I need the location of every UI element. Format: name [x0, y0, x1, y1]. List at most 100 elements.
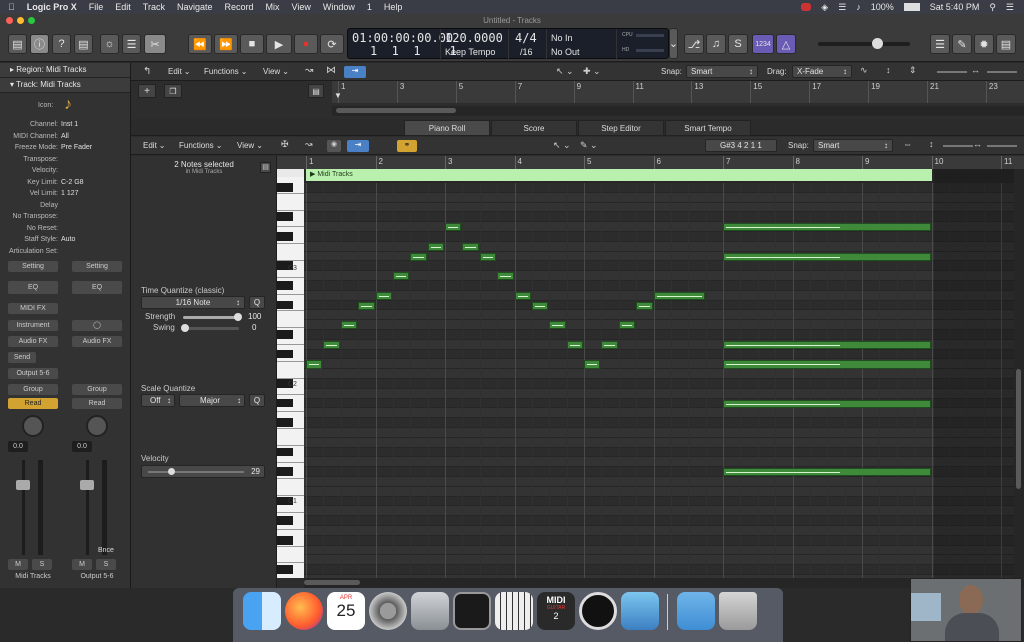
inspector-row[interactable]: Key Limit: C-2 G8: [0, 177, 130, 189]
pencil-tool-icon[interactable]: ✎ ⌄: [580, 140, 598, 151]
creative-cloud-icon[interactable]: [801, 3, 812, 11]
setting-button-left[interactable]: Setting: [8, 261, 58, 272]
automation-read-left[interactable]: Read: [8, 398, 58, 409]
strength-slider[interactable]: [183, 313, 242, 321]
midi-fx-button[interactable]: MIDI FX: [8, 303, 58, 314]
region-header[interactable]: ▸ Region: Midi Tracks: [0, 63, 130, 78]
midi-note[interactable]: [375, 291, 392, 301]
stop-button[interactable]: ■: [240, 34, 264, 54]
pr-vertical-zoom-slider[interactable]: [943, 145, 973, 147]
region-header-bar[interactable]: ▶ Midi Tracks: [306, 169, 932, 181]
pr-fit-icon[interactable]: ⇔: [903, 139, 912, 149]
black-key[interactable]: [277, 535, 293, 545]
editors-button[interactable]: ✂: [144, 34, 166, 54]
piano-roll-ruler[interactable]: 1 2 3 4 5 6 7 8 9 10 11: [304, 156, 1024, 169]
master-volume-knob[interactable]: [872, 38, 883, 49]
record-button[interactable]: ●: [294, 34, 318, 54]
guitar-track-icon[interactable]: ♪: [64, 96, 72, 114]
duplicate-track-button[interactable]: ❐: [164, 84, 182, 98]
midi-note[interactable]: [584, 360, 601, 369]
midi-note[interactable]: [723, 399, 931, 408]
system-prefs-icon[interactable]: [369, 592, 407, 630]
midi-note[interactable]: [479, 252, 497, 261]
black-key[interactable]: [277, 467, 293, 476]
link-chain-button[interactable]: ⚭: [397, 140, 417, 152]
pr-view-menu[interactable]: View ⌄: [237, 141, 263, 150]
pr-catch-button[interactable]: ⇥: [347, 140, 369, 152]
midi-in-icon[interactable]: ✠: [281, 139, 289, 150]
pr-functions-menu[interactable]: Functions ⌄: [179, 141, 222, 150]
mixer-button[interactable]: ☰: [122, 34, 141, 54]
scale-quantize-q-button[interactable]: Q: [249, 394, 265, 407]
black-key[interactable]: [277, 398, 293, 408]
pr-horizontal-zoom-icon[interactable]: ↔: [973, 139, 982, 149]
folder-icon[interactable]: [677, 592, 715, 630]
battery-label[interactable]: 100%: [871, 2, 894, 12]
rewind-button[interactable]: ⏪: [188, 34, 212, 54]
tracks-view-menu[interactable]: View ⌄: [263, 67, 289, 76]
fader-handle-left[interactable]: [16, 480, 30, 490]
inspector-row[interactable]: Delay: [0, 200, 130, 212]
black-key[interactable]: [277, 516, 293, 525]
obs-icon[interactable]: [579, 592, 617, 630]
swing-knob[interactable]: [181, 324, 189, 332]
white-key[interactable]: [277, 361, 304, 379]
velocity-slider[interactable]: [148, 471, 244, 473]
app-menu[interactable]: Logic Pro X: [27, 2, 77, 12]
count-in-button[interactable]: 1234: [752, 34, 774, 54]
black-key[interactable]: [277, 281, 293, 290]
midi-draw-icon[interactable]: ◉: [327, 140, 341, 152]
pan-knob-right[interactable]: [86, 415, 108, 437]
horizontal-zoom-slider[interactable]: [987, 71, 1017, 73]
midi-note[interactable]: [340, 321, 358, 330]
black-key[interactable]: [277, 418, 293, 427]
menu-record[interactable]: Record: [225, 2, 254, 12]
inspector-row[interactable]: Freeze Mode: Pre Fader: [0, 142, 130, 154]
toolbar-button[interactable]: ▤: [74, 34, 93, 54]
bounce-label[interactable]: Bnce: [98, 547, 114, 554]
menu-help[interactable]: Help: [384, 2, 403, 12]
minimize-window-icon[interactable]: [17, 17, 24, 24]
inspector-row[interactable]: Staff Style: Auto: [0, 234, 130, 246]
disk-utility-icon[interactable]: [411, 592, 449, 630]
velocity-knob[interactable]: [168, 468, 175, 475]
flex-icon[interactable]: ⋈: [326, 65, 336, 76]
pr-vertical-thumb[interactable]: [1016, 369, 1021, 489]
pr-snap-select[interactable]: Smart ↕: [813, 139, 893, 152]
solo-button-right[interactable]: S: [96, 559, 116, 570]
white-key[interactable]: [277, 311, 304, 329]
menu-mix[interactable]: Mix: [266, 2, 280, 12]
pr-pointer-tool-icon[interactable]: ↖ ⌄: [553, 140, 571, 151]
menu-1[interactable]: 1: [367, 2, 372, 12]
group-button-left[interactable]: Group: [8, 384, 58, 395]
menu-clock[interactable]: Sat 5:40 PM: [930, 2, 980, 12]
piano-icon[interactable]: [495, 592, 533, 630]
black-key[interactable]: [277, 232, 293, 241]
inspector-row[interactable]: Vel Limit: 1 127: [0, 188, 130, 200]
global-tracks-button[interactable]: ▤: [308, 84, 324, 98]
swing-slider[interactable]: [181, 324, 239, 332]
volume-fader-right[interactable]: Bnce: [72, 460, 122, 555]
white-key[interactable]: [277, 429, 304, 446]
white-key[interactable]: [277, 244, 304, 261]
volume-fader-left[interactable]: [8, 460, 58, 555]
tracks-snap-select[interactable]: Smart ↕: [686, 65, 758, 78]
eq-button-right[interactable]: EQ: [72, 281, 122, 294]
tracks-ruler[interactable]: 1 3 5 7 9 11 13 15 17 19 21 23 ▼: [332, 81, 1024, 103]
white-key[interactable]: [277, 193, 304, 211]
pr-scroll-thumb[interactable]: [304, 580, 360, 585]
black-key[interactable]: [277, 183, 293, 192]
inspector-row[interactable]: No Reset:: [0, 223, 130, 235]
midi-note[interactable]: [723, 223, 931, 232]
crosshair-tool-icon[interactable]: ✚ ⌄: [583, 66, 601, 77]
horizontal-zoom-icon[interactable]: ↔: [971, 65, 980, 75]
activity-monitor-icon[interactable]: [453, 592, 491, 630]
library-button[interactable]: ▤: [8, 34, 27, 54]
inspector-row[interactable]: No Transpose:: [0, 211, 130, 223]
inspector-row[interactable]: Channel: Inst 1: [0, 119, 130, 131]
close-window-icon[interactable]: [6, 17, 13, 24]
menu-file[interactable]: File: [89, 2, 104, 12]
midi-note[interactable]: [462, 242, 479, 252]
pointer-tool-icon[interactable]: ↖ ⌄: [556, 66, 574, 77]
calendar-icon[interactable]: APR 25: [327, 592, 365, 630]
